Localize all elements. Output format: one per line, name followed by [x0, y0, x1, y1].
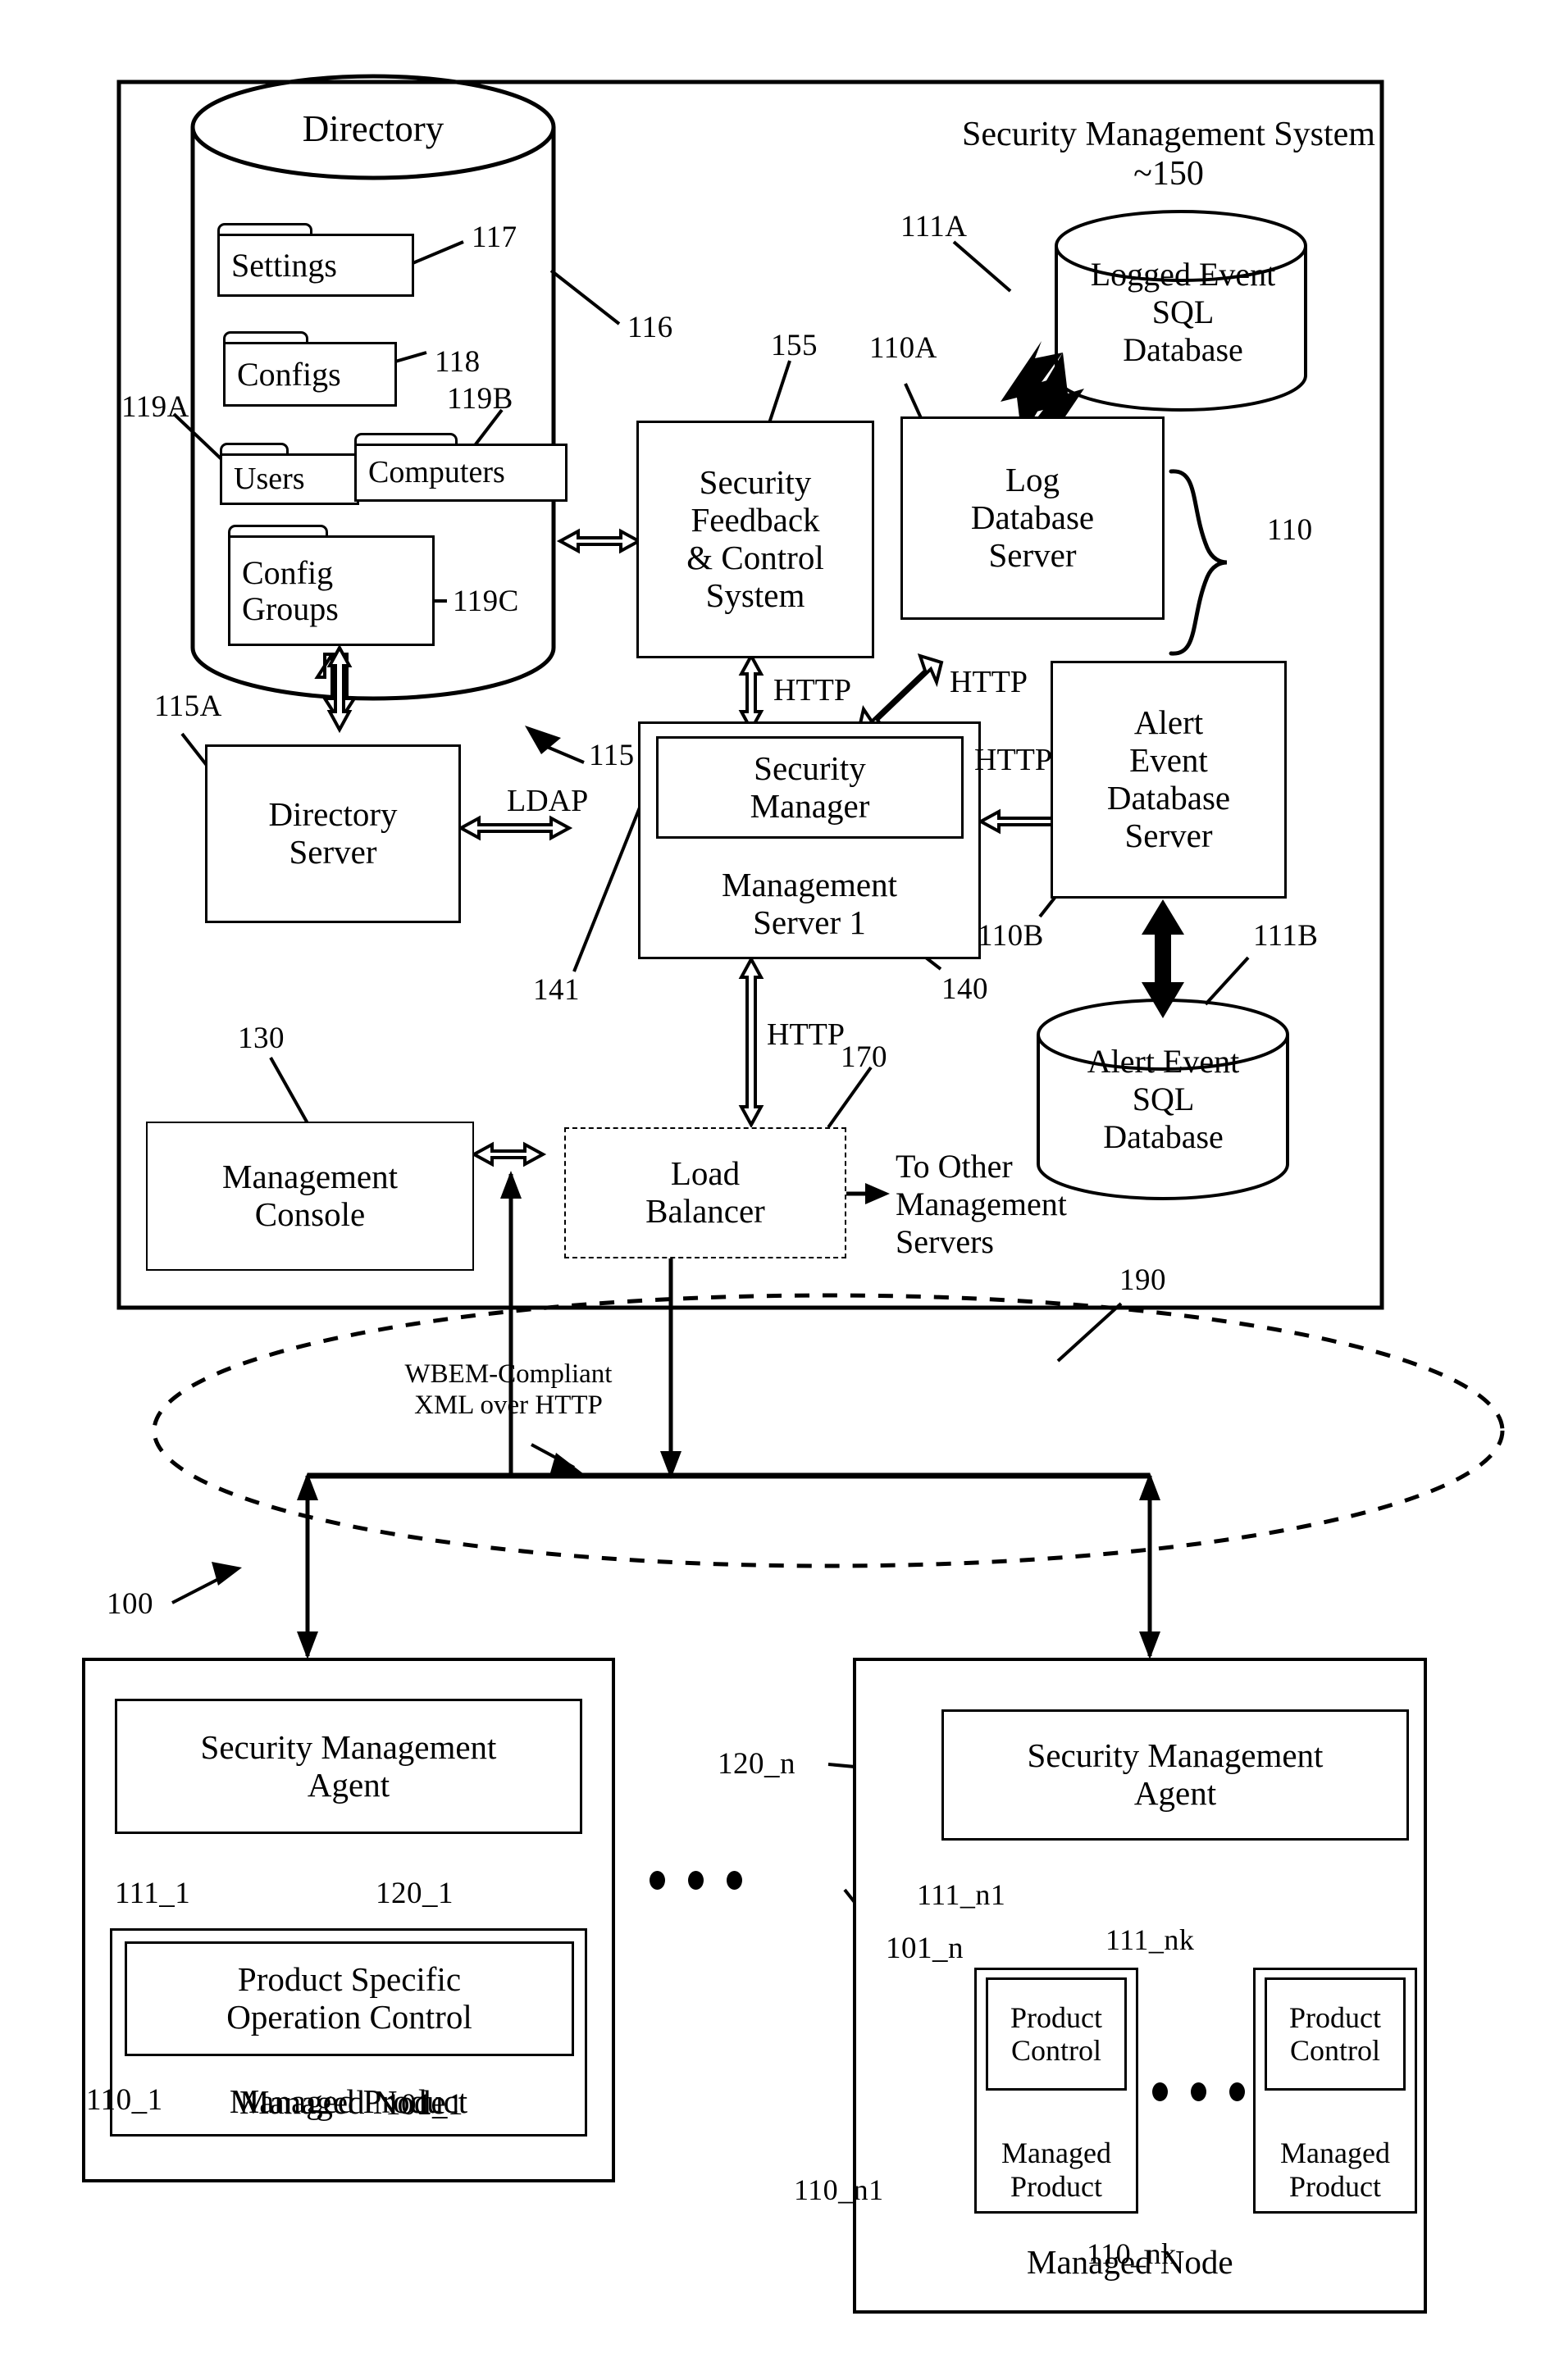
- ref-111A: 111A: [900, 210, 968, 243]
- ref-117: 117: [472, 221, 517, 254]
- management-console[interactable]: Management Console: [146, 1122, 474, 1271]
- ref-118: 118: [435, 345, 481, 379]
- ref-140: 140: [941, 972, 988, 1006]
- managed-product-right-1-label: Managed Product: [1001, 2137, 1111, 2203]
- security-manager[interactable]: Security Manager: [656, 736, 964, 839]
- ref-101_n: 101_n: [886, 1932, 964, 1965]
- figure-canvas: Directory Settings 117 Configs 118 Users…: [0, 0, 1559, 2380]
- product-specific-operation-control-left-label: Product Specific Operation Control: [226, 1960, 472, 2036]
- security-management-agent-left[interactable]: Security Management Agent: [115, 1699, 582, 1834]
- ref-155: 155: [771, 329, 818, 362]
- log-database-server-label: Log Database Server: [970, 461, 1095, 574]
- management-console-label: Management Console: [221, 1158, 399, 1233]
- alert-event-database-server-label: Alert Event Database Server: [1106, 703, 1231, 854]
- directory-server[interactable]: Directory Server: [205, 744, 461, 923]
- ref-120_1: 120_1: [376, 1877, 454, 1910]
- directory-cylinder-label: Directory: [302, 108, 444, 149]
- to-other-management-servers-label: To Other Management Servers: [896, 1148, 1067, 1260]
- ref-110_1: 110_1: [86, 2083, 163, 2117]
- ref-101_1: 101_1: [385, 2088, 463, 2122]
- folder-settings-label: Settings: [231, 246, 337, 284]
- folder-computers-label: Computers: [368, 454, 505, 489]
- alert-event-database-server[interactable]: Alert Event Database Server: [1051, 661, 1287, 899]
- http-label-alert-db: HTTP: [974, 743, 1052, 777]
- ref-190: 190: [1119, 1263, 1166, 1297]
- product-control-right-1-label: Product Control: [1010, 2000, 1102, 2067]
- directory-server-label: Directory Server: [268, 795, 398, 871]
- folder-configs: Configs: [223, 331, 397, 407]
- managed-node-right-label: Managed Node: [1027, 2243, 1233, 2281]
- ref-119C: 119C: [453, 585, 519, 618]
- ref-115: 115: [589, 739, 635, 772]
- product-specific-operation-control-left[interactable]: Product Specific Operation Control: [125, 1941, 574, 2056]
- security-management-agent-left-label: Security Management Agent: [200, 1727, 497, 1804]
- ref-111_n1: 111_n1: [917, 1878, 1006, 1911]
- ref-110_n1: 110_n1: [794, 2173, 884, 2206]
- security-management-agent-right-label: Security Management Agent: [1027, 1736, 1324, 1812]
- security-feedback-control-system-label: Security Feedback & Control System: [686, 463, 824, 614]
- folder-config-groups-label: Config Groups: [242, 554, 339, 627]
- security-manager-label: Security Manager: [750, 749, 870, 825]
- http-label-log-db: HTTP: [950, 665, 1028, 699]
- ref-120_n: 120_n: [718, 1747, 795, 1781]
- ref-110A: 110A: [869, 331, 937, 365]
- security-feedback-control-system[interactable]: Security Feedback & Control System: [636, 421, 874, 658]
- product-control-right-1[interactable]: Product Control: [986, 1977, 1127, 2091]
- load-balancer-label: Load Balancer: [645, 1154, 765, 1230]
- alert-event-sql-database-label: Alert Event SQL Database: [1087, 1043, 1240, 1155]
- http-label-feedback: HTTP: [773, 673, 851, 708]
- product-control-right-k-label: Product Control: [1289, 2000, 1381, 2067]
- ref-170: 170: [841, 1040, 887, 1074]
- system-title: Security Management System ~150: [962, 116, 1375, 193]
- management-server-1-label: Management Server 1: [721, 866, 898, 942]
- wbem-protocol-label: WBEM-Compliant XML over HTTP: [404, 1359, 613, 1420]
- ref-116: 116: [627, 311, 673, 344]
- ref-141: 141: [533, 973, 580, 1007]
- load-balancer[interactable]: Load Balancer: [564, 1127, 846, 1258]
- ref-130: 130: [238, 1022, 285, 1055]
- http-label-load-balancer: HTTP: [767, 1017, 845, 1052]
- ref-111B: 111B: [1253, 919, 1319, 953]
- nodes-ellipsis: [650, 1871, 742, 1890]
- security-management-agent-right[interactable]: Security Management Agent: [941, 1709, 1409, 1841]
- folder-config-groups: Config Groups: [228, 525, 435, 646]
- log-database-server[interactable]: Log Database Server: [900, 416, 1165, 620]
- folder-users-label: Users: [234, 461, 305, 496]
- managed-product-right-k-label: Managed Product: [1280, 2137, 1390, 2203]
- ref-111_1: 111_1: [115, 1877, 191, 1910]
- ref-111_nk: 111_nk: [1105, 1923, 1195, 1956]
- ref-115A: 115A: [154, 689, 222, 723]
- folder-users: Users: [220, 443, 359, 505]
- ref-119A: 119A: [121, 390, 189, 424]
- products-ellipsis: [1152, 2082, 1245, 2101]
- folder-settings: Settings: [217, 223, 414, 297]
- ref-100: 100: [107, 1587, 153, 1621]
- ldap-label: LDAP: [507, 784, 589, 818]
- logged-event-sql-database-label: Logged Event SQL Database: [1090, 256, 1276, 368]
- ref-119B: 119B: [447, 382, 513, 416]
- folder-configs-label: Configs: [237, 355, 341, 393]
- ref-110B: 110B: [978, 919, 1044, 953]
- product-control-right-k[interactable]: Product Control: [1265, 1977, 1406, 2091]
- folder-computers: Computers: [354, 433, 568, 502]
- ref-110: 110: [1267, 513, 1313, 547]
